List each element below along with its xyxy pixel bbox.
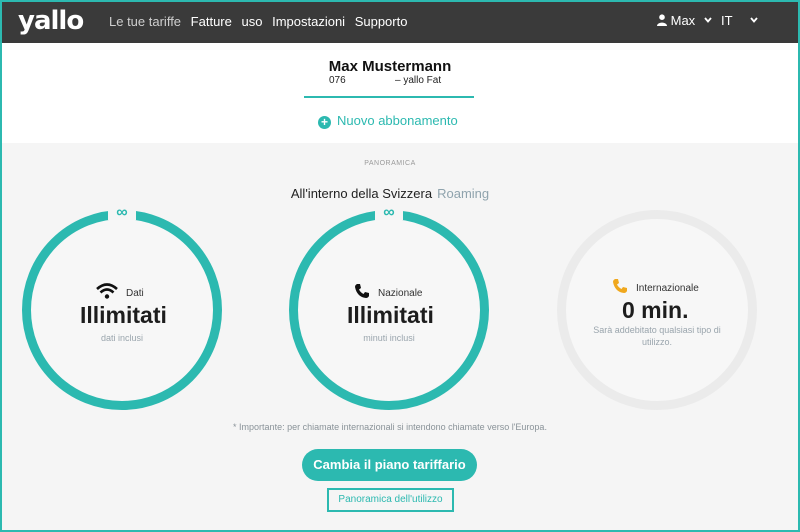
international-gauge-heading: Internazionale	[612, 278, 699, 294]
data-gauge-title: Dati	[126, 288, 144, 299]
chevron-down-icon	[704, 17, 712, 23]
nav-settings[interactable]: Impostazioni	[272, 14, 345, 29]
account-header: Max Mustermann 076 – yallo Fat + Nuovo ab…	[2, 43, 798, 143]
new-subscription-link[interactable]: + Nuovo abbonamento	[318, 113, 458, 129]
nav-invoices[interactable]: Fatture	[191, 14, 232, 29]
international-gauge-caption: Sarà addebitato qualsiasi tipo di utiliz…	[593, 325, 721, 347]
change-plan-button[interactable]: Cambia il piano tariffario	[302, 449, 477, 481]
account-plan: – yallo Fat	[395, 75, 442, 86]
language-label: IT	[721, 13, 733, 28]
national-gauge-value: Illimitati	[347, 302, 434, 328]
international-calls-note: * Importante: per chiamate internazional…	[233, 422, 547, 432]
usage-overview-button[interactable]: Panoramica dell'utilizzo	[327, 488, 454, 512]
new-subscription-label: Nuovo abbonamento	[337, 113, 458, 128]
wifi-icon	[96, 283, 118, 299]
user-icon	[657, 14, 667, 26]
language-selector[interactable]: IT	[721, 13, 758, 28]
chevron-down-icon	[750, 17, 758, 23]
region-tabs: All'interno della Svizzera Roaming	[2, 186, 778, 201]
tab-switzerland[interactable]: All'interno della Svizzera	[291, 186, 432, 201]
international-gauge-value: 0 min.	[622, 297, 689, 323]
tab-roaming[interactable]: Roaming	[437, 186, 489, 201]
phone-icon	[355, 284, 369, 298]
plus-circle-icon: +	[318, 116, 331, 129]
international-gauge-title: Internazionale	[636, 283, 699, 294]
main-menu: Le tue tariffe Fatture uso Impostazioni …	[109, 14, 413, 29]
nav-tariffs[interactable]: Le tue tariffe	[109, 14, 181, 29]
account-name: Max Mustermann	[328, 58, 452, 75]
nav-usage[interactable]: uso	[241, 14, 262, 29]
app-frame: yallo Le tue tariffe Fatture uso Imposta…	[2, 2, 798, 530]
data-gauge-caption: dati inclusi	[100, 333, 144, 343]
account-number: 076	[329, 75, 346, 86]
infinity-icon: ∞	[108, 205, 136, 221]
national-gauge-title: Nazionale	[378, 288, 423, 299]
infinity-icon: ∞	[375, 205, 403, 221]
user-name: Max	[670, 13, 696, 28]
user-menu[interactable]: Max	[657, 13, 712, 28]
national-gauge-heading: Nazionale	[354, 283, 422, 299]
data-gauge-value: Illimitati	[80, 302, 167, 328]
yallo-logo[interactable]: yallo	[18, 6, 84, 36]
data-gauge-heading: Dati	[96, 283, 144, 299]
national-gauge-caption: minuti inclusi	[363, 333, 415, 343]
account-selector-underline	[304, 96, 474, 98]
overview-section-label: PANORAMICA	[364, 160, 416, 167]
top-navigation: yallo Le tue tariffe Fatture uso Imposta…	[2, 2, 798, 43]
phone-icon	[613, 279, 627, 293]
nav-support[interactable]: Supporto	[355, 14, 408, 29]
